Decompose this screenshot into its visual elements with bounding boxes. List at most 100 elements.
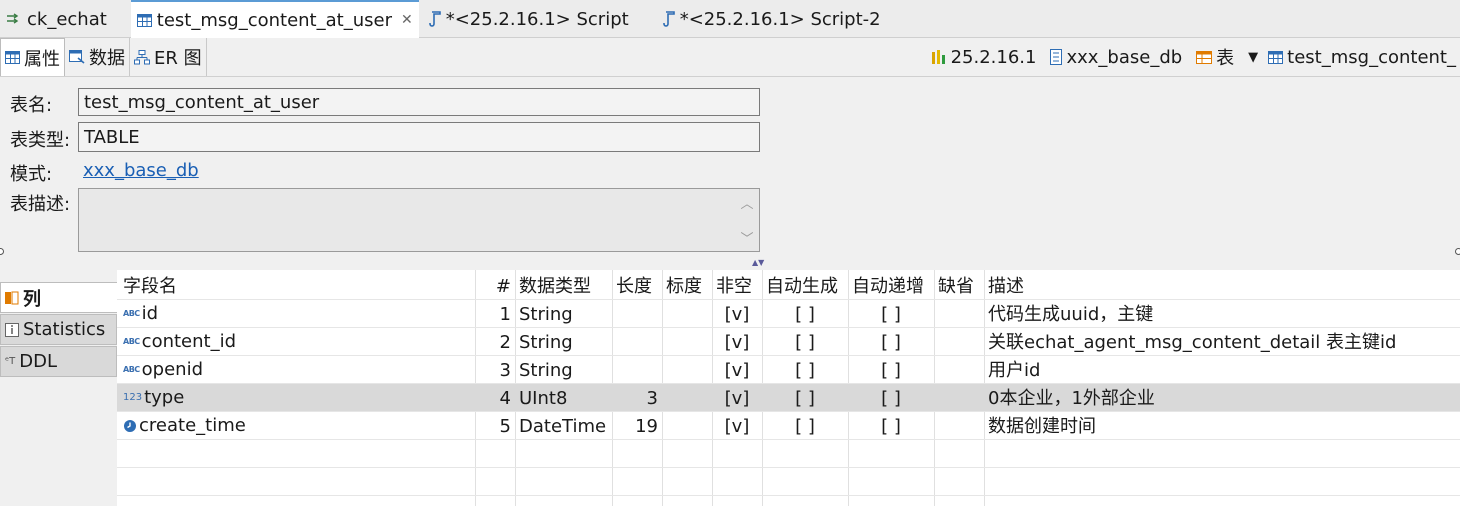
table-description-label: 表描述: — [10, 194, 71, 215]
table-row[interactable]: create_time 5 DateTime 19 [v] [ ] [ ] 数据… — [117, 412, 1460, 440]
script-icon — [428, 11, 441, 27]
connection-icon — [6, 12, 22, 26]
field-default — [934, 356, 984, 384]
field-not-null[interactable]: [v] — [712, 328, 762, 356]
field-data-type: String — [519, 360, 573, 381]
field-data-type: String — [519, 332, 573, 353]
field-data-type: String — [519, 304, 573, 325]
field-auto-generated[interactable]: [ ] — [762, 300, 848, 328]
breadcrumb-database[interactable]: xxx_base_db — [1050, 47, 1182, 68]
side-tab-statistics[interactable]: Statistics — [0, 314, 117, 345]
database-icon — [1050, 49, 1063, 65]
subtab-er-diagram[interactable]: ER 图 — [130, 38, 207, 76]
header-scale[interactable]: 标度 — [662, 272, 712, 300]
table-row[interactable]: ABC openid 3 String [v] [ ] [ ] 用户id — [117, 356, 1460, 384]
field-not-null[interactable]: [v] — [712, 384, 762, 412]
field-default — [934, 300, 984, 328]
tab-script[interactable]: *<25.2.16.1> Script — [423, 0, 635, 38]
field-scale — [662, 412, 712, 440]
data-icon — [69, 50, 85, 64]
field-length: 19 — [635, 416, 658, 437]
header-length[interactable]: 长度 — [612, 272, 662, 300]
field-not-null[interactable]: [v] — [712, 412, 762, 440]
table-type-field[interactable]: TABLE — [78, 122, 760, 152]
sash-handle-left[interactable] — [0, 248, 4, 255]
header-data-type[interactable]: 数据类型 — [515, 272, 612, 300]
field-not-null[interactable]: [v] — [712, 300, 762, 328]
field-length — [612, 356, 662, 384]
header-field-name[interactable]: 字段名 — [119, 272, 475, 300]
description-scrollbar[interactable]: ︿ ﹀ — [739, 193, 755, 247]
server-icon — [931, 49, 947, 65]
header-not-null[interactable]: 非空 — [712, 272, 762, 300]
tab-ck-echat[interactable]: ck_echat — [0, 0, 113, 38]
columns-table: 字段名 # 数据类型 长度 标度 非空 自动生成 自动递增 缺省 描述 ABC … — [117, 270, 1460, 506]
field-auto-increment[interactable]: [ ] — [848, 356, 934, 384]
field-default — [934, 412, 984, 440]
field-auto-increment[interactable]: [ ] — [848, 384, 934, 412]
chevron-down-icon[interactable]: ▼ — [1248, 50, 1258, 65]
header-description[interactable]: 描述 — [984, 272, 1460, 300]
breadcrumb-server[interactable]: 25.2.16.1 — [931, 47, 1036, 68]
panel-splitter[interactable]: ▲▼ — [752, 259, 764, 267]
field-name: type — [144, 387, 185, 408]
breadcrumb-type[interactable]: 表 — [1196, 44, 1234, 70]
editor-sub-toolbar: 属性 数据 ER 图 25.2.16.1 xxx_base_db 表 ▼ tes… — [0, 38, 1460, 77]
table-row[interactable]: ABC content_id 2 String [v] [ ] [ ] 关联ec… — [117, 328, 1460, 356]
tab-test-msg-content-at-user[interactable]: test_msg_content_at_user ✕ — [130, 0, 419, 38]
field-description: 数据创建时间 — [988, 416, 1096, 437]
field-default — [934, 328, 984, 356]
field-scale — [662, 328, 712, 356]
tab-label: ck_echat — [27, 8, 107, 30]
field-auto-increment[interactable]: [ ] — [848, 328, 934, 356]
tables-folder-icon — [1196, 50, 1213, 64]
string-type-icon: ABC — [123, 337, 140, 346]
field-name: content_id — [141, 331, 237, 352]
header-auto-generated[interactable]: 自动生成 — [762, 272, 848, 300]
schema-link[interactable]: xxx_base_db — [83, 160, 199, 181]
tab-script-2[interactable]: *<25.2.16.1> Script-2 — [657, 0, 887, 38]
subtab-data[interactable]: 数据 — [65, 38, 130, 76]
table-icon — [136, 13, 152, 27]
table-name-field[interactable]: test_msg_content_at_user — [78, 88, 760, 116]
schema-label: 模式: — [10, 164, 53, 185]
ddl-icon: ᵉT — [5, 356, 16, 367]
field-auto-increment[interactable]: [ ] — [848, 300, 934, 328]
tab-label: *<25.2.16.1> Script-2 — [679, 8, 881, 30]
field-length — [612, 328, 662, 356]
table-description-field[interactable]: ︿ ﹀ — [78, 188, 760, 252]
subtab-properties[interactable]: 属性 — [0, 38, 65, 76]
field-description: 代码生成uuid，主键 — [988, 304, 1154, 325]
side-tab-columns[interactable]: 列 — [0, 282, 117, 313]
subtab-label: 属性 — [24, 48, 60, 70]
table-row[interactable]: ABC id 1 String [v] [ ] [ ] 代码生成uuid，主键 — [117, 300, 1460, 328]
field-ordinal: 1 — [499, 304, 511, 325]
sash-handle-right[interactable] — [1455, 248, 1460, 255]
splitter-up-icon[interactable]: ▲▼ — [752, 259, 764, 267]
script-icon — [662, 11, 675, 27]
table-row-selected[interactable]: 123 type 4 UInt8 3 [v] [ ] [ ] 0本企业，1外部企… — [117, 384, 1460, 412]
breadcrumb-table[interactable]: ▼ test_msg_content_ — [1248, 47, 1456, 68]
field-auto-generated[interactable]: [ ] — [762, 384, 848, 412]
field-not-null[interactable]: [v] — [712, 356, 762, 384]
field-ordinal: 2 — [499, 332, 511, 353]
field-auto-generated[interactable]: [ ] — [762, 356, 848, 384]
breadcrumb: 25.2.16.1 xxx_base_db 表 ▼ test_msg_conte… — [931, 38, 1460, 76]
tab-label: test_msg_content_at_user — [156, 9, 392, 31]
close-icon[interactable]: ✕ — [401, 12, 413, 28]
header-auto-increment[interactable]: 自动递增 — [848, 272, 934, 300]
subtab-label: 数据 — [89, 48, 125, 69]
scroll-down-icon[interactable]: ﹀ — [740, 228, 753, 247]
header-ordinal[interactable]: # — [475, 272, 515, 300]
table-icon — [1268, 50, 1284, 64]
field-auto-increment[interactable]: [ ] — [848, 412, 934, 440]
side-tab-ddl[interactable]: ᵉT DDL — [0, 346, 117, 377]
header-default[interactable]: 缺省 — [934, 272, 984, 300]
side-tab-panel: 列 Statistics ᵉT DDL — [0, 280, 117, 506]
editor-tab-bar: ck_echat test_msg_content_at_user ✕ *<25… — [0, 0, 1460, 38]
field-auto-generated[interactable]: [ ] — [762, 328, 848, 356]
scroll-up-icon[interactable]: ︿ — [740, 193, 753, 212]
field-auto-generated[interactable]: [ ] — [762, 412, 848, 440]
clock-icon — [123, 419, 137, 433]
er-diagram-icon — [134, 49, 150, 65]
